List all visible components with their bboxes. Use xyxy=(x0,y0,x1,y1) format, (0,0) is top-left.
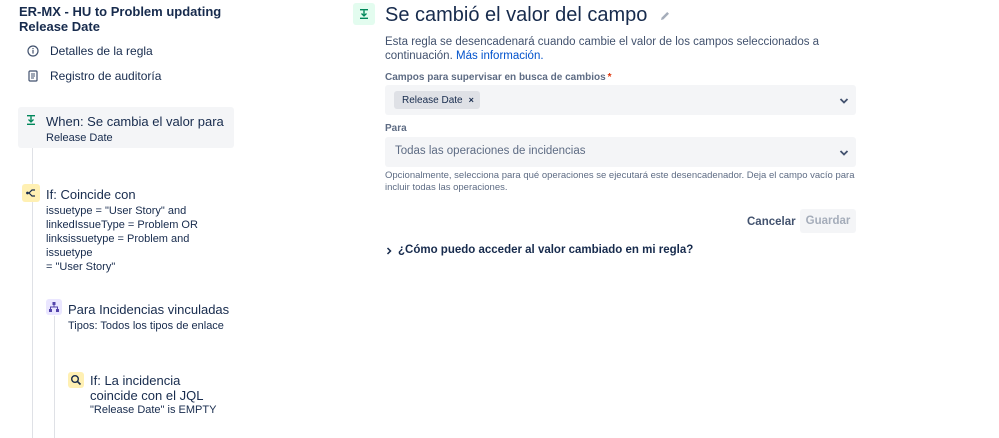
audit-log-icon xyxy=(26,69,40,83)
field-tag: Release Date × xyxy=(394,91,480,109)
trigger-step-subtitle: Release Date xyxy=(46,132,113,144)
para-label: Para xyxy=(385,123,407,134)
field-tag-label: Release Date xyxy=(402,94,463,106)
trigger-config-panel: Se cambió el valor del campo Esta regla … xyxy=(353,0,873,438)
operations-select[interactable]: Todas las operaciones de incidencias xyxy=(385,137,856,167)
pencil-icon[interactable] xyxy=(659,4,671,28)
trigger-step-title: When: Se cambia el valor para xyxy=(46,114,224,129)
nav-audit-log-label: Registro de auditoría xyxy=(50,69,162,83)
cancel-button[interactable]: Cancelar xyxy=(741,210,802,234)
panel-description: Esta regla se desencadenará cuando cambi… xyxy=(385,35,865,63)
fields-label-text: Campos para supervisar en busca de cambi… xyxy=(385,72,606,83)
branch-step-subtitle: Tipos: Todos los tipos de enlace xyxy=(68,320,224,332)
description-text: Esta regla se desencadenará cuando cambi… xyxy=(385,36,820,62)
panel-title-text: Se cambió el valor del campo xyxy=(385,4,648,26)
chevron-down-icon[interactable] xyxy=(838,94,850,106)
field-changed-icon xyxy=(24,113,38,127)
save-button[interactable]: Guardar xyxy=(800,209,856,233)
operations-placeholder: Todas las operaciones de incidencias xyxy=(395,145,586,157)
jql-step-title: If: La incidencia coincide con el JQL xyxy=(90,373,204,403)
trigger-step[interactable]: When: Se cambia el valor para Release Da… xyxy=(18,107,234,148)
chevron-down-icon[interactable] xyxy=(838,146,850,158)
panel-title: Se cambió el valor del campo xyxy=(385,3,671,28)
chevron-right-icon xyxy=(385,246,393,255)
field-changed-icon xyxy=(353,3,375,25)
fields-select[interactable]: Release Date × xyxy=(385,85,856,115)
jql-step-subtitle: "Release Date" is EMPTY xyxy=(90,404,217,416)
branch-step-title: Para Incidencias vinculadas xyxy=(68,302,230,317)
tag-remove-icon[interactable]: × xyxy=(469,95,474,105)
required-marker: * xyxy=(607,72,612,83)
flow-connector xyxy=(32,148,33,184)
info-icon xyxy=(26,44,40,58)
nav-audit-log[interactable]: Registro de auditoría xyxy=(26,69,161,83)
hierarchy-icon xyxy=(46,299,62,315)
flow-connector xyxy=(32,202,33,438)
rule-title: ER-MX - HU to Problem updating Release D… xyxy=(19,4,222,34)
rule-sidebar: ER-MX - HU to Problem updating Release D… xyxy=(0,0,240,438)
branch-condition-icon xyxy=(22,184,40,202)
flow-connector xyxy=(54,316,55,438)
faq-text: ¿Cómo puedo acceder al valor cambiado en… xyxy=(398,244,694,256)
nav-rule-details[interactable]: Detalles de la regla xyxy=(26,44,153,58)
search-icon xyxy=(68,372,84,388)
condition-step-title: If: Coincide con xyxy=(46,187,136,202)
fields-label: Campos para supervisar en busca de cambi… xyxy=(385,72,612,83)
more-info-link[interactable]: Más información. xyxy=(456,50,544,62)
faq-expander[interactable]: ¿Cómo puedo acceder al valor cambiado en… xyxy=(385,244,693,256)
nav-rule-details-label: Detalles de la regla xyxy=(50,44,153,58)
operations-helper-text: Opcionalmente, selecciona para qué opera… xyxy=(385,170,855,193)
condition-step-detail: issuetype = "User Story" and linkedIssue… xyxy=(46,205,198,273)
